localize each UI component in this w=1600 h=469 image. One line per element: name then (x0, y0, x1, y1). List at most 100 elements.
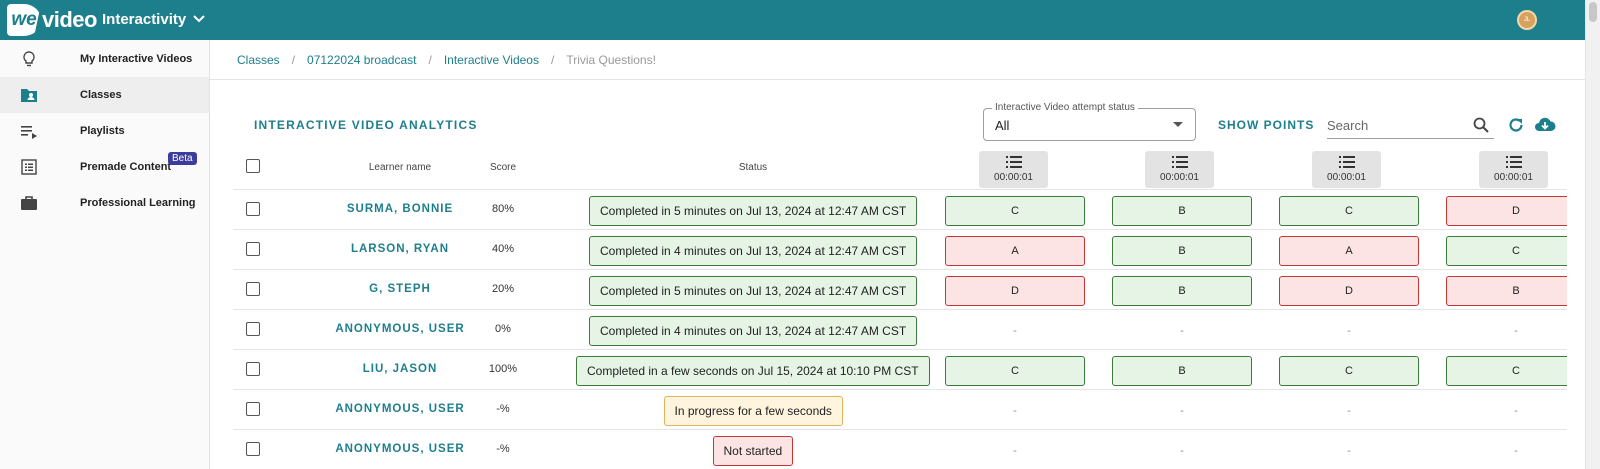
attempt-status-label: Interactive Video attempt status (992, 102, 1138, 113)
app-title[interactable]: Interactivity (102, 11, 186, 28)
breadcrumb-interactive-videos[interactable]: Interactive Videos (444, 53, 539, 67)
row-checkbox[interactable] (246, 202, 260, 216)
show-points-button[interactable]: SHOW POINTS (1218, 118, 1314, 132)
row-checkbox[interactable] (246, 282, 260, 296)
answer-cell[interactable]: C (945, 356, 1085, 386)
learner-name-link[interactable]: G, STEPH (300, 283, 500, 295)
sidebar-item-my-interactive-videos[interactable]: My Interactive Videos (0, 41, 209, 77)
question-header[interactable]: 00:00:01 (1479, 151, 1548, 188)
wevideo-logo[interactable]: we video (7, 4, 97, 36)
answer-cell: - (1013, 325, 1017, 337)
answer-cell[interactable]: C (1279, 196, 1419, 226)
question-header[interactable]: 00:00:01 (1312, 151, 1381, 188)
answer-cell[interactable]: D (945, 276, 1085, 306)
attempt-status-value: All (995, 118, 1010, 133)
cloud-download-icon[interactable] (1534, 115, 1556, 135)
question-header[interactable]: 00:00:01 (979, 151, 1048, 188)
answer-cell: - (1347, 445, 1351, 457)
sidebar-item-classes[interactable]: Classes (0, 77, 209, 113)
question-time: 00:00:01 (1327, 172, 1366, 183)
search-field (1327, 113, 1494, 139)
question-list-icon (1005, 156, 1022, 168)
answer-cell[interactable]: D (1279, 276, 1419, 306)
learner-name-link[interactable]: ANONYMOUS, USER (300, 403, 500, 415)
logo-mark: we (7, 4, 41, 36)
refresh-icon[interactable] (1507, 116, 1525, 134)
answer-cell[interactable]: C (1446, 236, 1567, 266)
sidebar-item-label: My Interactive Videos (80, 53, 193, 65)
attempt-status-select[interactable]: Interactive Video attempt status All (983, 102, 1196, 141)
breadcrumb-classes[interactable]: Classes (237, 53, 280, 67)
answer-cell: - (1514, 325, 1518, 337)
answer-cell[interactable]: B (1112, 356, 1252, 386)
avatar[interactable]: JL (1517, 10, 1537, 30)
answer-cell: - (1013, 405, 1017, 417)
sidebar-item-premade-content[interactable]: Premade Content Beta (0, 149, 209, 185)
sidebar-item-label: Professional Learning (80, 197, 196, 209)
classes-folder-icon (20, 86, 38, 104)
divider (210, 79, 1585, 80)
status-badge: Completed in 4 minutes on Jul 13, 2024 a… (589, 316, 918, 346)
row-checkbox[interactable] (246, 362, 260, 376)
learner-name-link[interactable]: LIU, JASON (300, 363, 500, 375)
question-time: 00:00:01 (994, 172, 1033, 183)
chevron-down-icon[interactable] (192, 12, 206, 26)
column-header-learner[interactable]: Learner name (300, 162, 500, 173)
beta-badge: Beta (168, 152, 197, 165)
question-list-icon (1505, 156, 1522, 168)
scrollbar-thumb[interactable] (1589, 2, 1597, 22)
status-badge: In progress for a few seconds (663, 396, 843, 426)
row-checkbox[interactable] (246, 402, 260, 416)
sidebar-item-professional-learning[interactable]: Professional Learning (0, 185, 209, 221)
question-time: 00:00:01 (1494, 172, 1533, 183)
breadcrumb-current: Trivia Questions! (566, 53, 656, 67)
sidebar-item-label: Classes (80, 89, 122, 101)
learner-name-link[interactable]: LARSON, RYAN (300, 243, 500, 255)
answer-cell[interactable]: A (945, 236, 1085, 266)
top-app-bar: we video Interactivity JL (0, 0, 1585, 40)
answer-cell: - (1013, 445, 1017, 457)
answer-cell[interactable]: B (1112, 276, 1252, 306)
search-icon[interactable] (1472, 116, 1490, 134)
row-checkbox[interactable] (246, 322, 260, 336)
question-header[interactable]: 00:00:01 (1145, 151, 1214, 188)
answer-cell[interactable]: B (1112, 196, 1252, 226)
avatar-initials: JL (1523, 17, 1531, 23)
column-header-status[interactable]: Status (653, 162, 853, 173)
search-input[interactable] (1327, 113, 1467, 137)
learner-name-link[interactable]: SURMA, BONNIE (300, 203, 500, 215)
dropdown-caret-icon (1173, 122, 1183, 127)
score-value: 80% (491, 203, 515, 215)
answer-cell[interactable]: B (1112, 236, 1252, 266)
sidebar-item-label: Premade Content (80, 161, 172, 173)
sidebar: My Interactive Videos Classes Playlists … (0, 40, 210, 469)
logo-video-text: video (42, 7, 97, 32)
table-row: LARSON, RYAN 40% Completed in 4 minutes on… (233, 230, 1567, 270)
status-badge: Not started (712, 436, 794, 466)
answer-cell[interactable]: A (1279, 236, 1419, 266)
answer-cell[interactable]: D (1446, 196, 1567, 226)
column-header-score[interactable]: Score (473, 162, 533, 173)
answer-cell[interactable]: C (1446, 356, 1567, 386)
logo-we-text: we (11, 9, 37, 30)
sidebar-item-playlists[interactable]: Playlists (0, 113, 209, 149)
select-all-checkbox[interactable] (246, 159, 260, 173)
answer-cell: - (1347, 325, 1351, 337)
answer-cell: - (1180, 445, 1184, 457)
briefcase-icon (20, 194, 38, 212)
score-value: 100% (488, 363, 518, 375)
vertical-scrollbar[interactable] (1585, 0, 1600, 469)
breadcrumb-class-name[interactable]: 07122024 broadcast (307, 53, 416, 67)
learner-name-link[interactable]: ANONYMOUS, USER (300, 323, 500, 335)
answer-cell: - (1347, 405, 1351, 417)
list-box-icon (20, 158, 38, 176)
answer-cell: - (1180, 325, 1184, 337)
row-checkbox[interactable] (246, 442, 260, 456)
answer-cell[interactable]: C (1279, 356, 1419, 386)
row-checkbox[interactable] (246, 242, 260, 256)
learner-name-link[interactable]: ANONYMOUS, USER (300, 443, 500, 455)
answer-cell[interactable]: B (1446, 276, 1567, 306)
answer-cell: - (1514, 405, 1518, 417)
answer-cell: - (1514, 445, 1518, 457)
answer-cell[interactable]: C (945, 196, 1085, 226)
